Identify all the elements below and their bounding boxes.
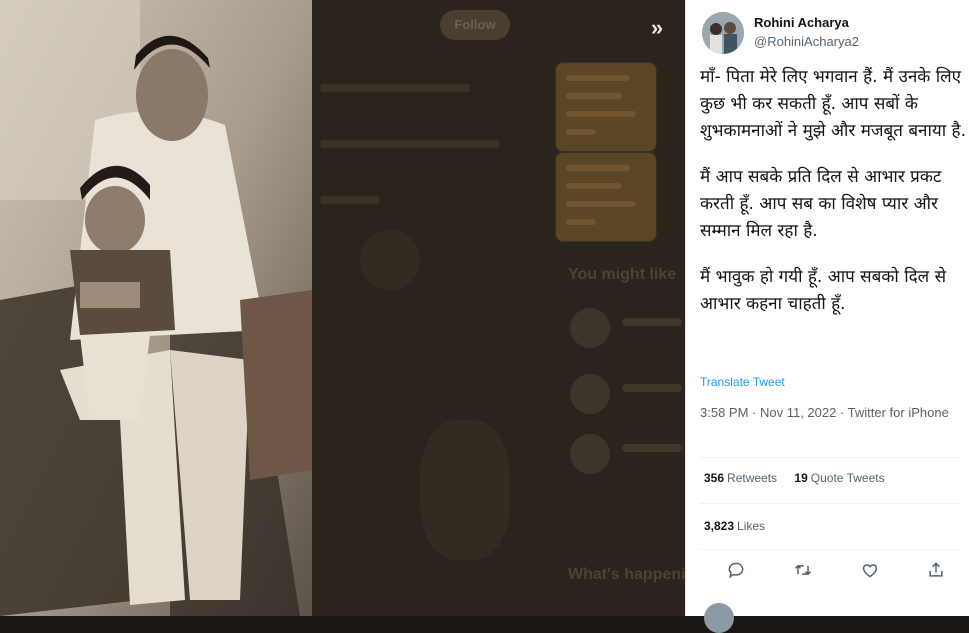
quote-tweets-stat[interactable]: 19 Quote Tweets xyxy=(794,471,884,485)
background-avatar xyxy=(570,434,610,474)
tweet-panel: Rohini Acharya @RohiniAcharya2 माँ- पिता… xyxy=(685,0,969,633)
background-text-line xyxy=(320,196,380,204)
tweet-paragraph: मैं भावुक हो गयी हूँ. आप सबको दिल से आभा… xyxy=(700,267,947,314)
background-text-line xyxy=(320,84,470,92)
author-handle[interactable]: @RohiniAcharya2 xyxy=(754,34,859,49)
next-image-button[interactable]: » xyxy=(640,12,674,46)
background-image-shape xyxy=(420,420,510,560)
tweet-photo xyxy=(0,0,312,616)
retweets-count: 356 xyxy=(704,471,725,485)
share-icon[interactable] xyxy=(926,560,950,584)
reply-icon[interactable] xyxy=(726,560,750,584)
likes-label: Likes xyxy=(737,519,766,533)
tweet-timestamp[interactable]: 3:58 PM · Nov 11, 2022 · Twitter for iPh… xyxy=(700,404,950,422)
reply-avatar xyxy=(704,603,734,633)
background-avatar xyxy=(570,374,610,414)
tweet-text: माँ- पिता मेरे लिए भगवान हैं. मैं उनके ल… xyxy=(700,64,966,337)
quote-tweets-label: Quote Tweets xyxy=(810,471,885,485)
chevron-double-right-icon: » xyxy=(650,15,664,40)
tweet-stats-row: 356 Retweets 19 Quote Tweets xyxy=(704,471,899,485)
divider xyxy=(700,503,962,504)
author-display-name[interactable]: Rohini Acharya xyxy=(754,15,849,30)
background-text-line xyxy=(320,140,500,148)
like-icon[interactable] xyxy=(860,560,884,584)
likes-stat[interactable]: 3,823 Likes xyxy=(704,519,779,533)
vintage-photo-illustration xyxy=(0,0,312,616)
tweet-paragraph: मैं आप सबके प्रति दिल से आभार प्रकट करती… xyxy=(700,167,942,241)
quote-tweets-count: 19 xyxy=(794,471,808,485)
translate-tweet-link[interactable]: Translate Tweet xyxy=(700,375,785,389)
retweets-label: Retweets xyxy=(727,471,778,485)
background-avatar xyxy=(570,308,610,348)
background-image-shape xyxy=(360,230,420,290)
divider xyxy=(700,549,962,550)
background-you-might-like: You might like xyxy=(568,266,677,283)
author-avatar[interactable] xyxy=(702,12,744,54)
background-name xyxy=(622,384,682,392)
divider xyxy=(700,457,962,458)
background-card xyxy=(555,62,657,152)
background-name xyxy=(622,444,682,452)
tweet-actions xyxy=(716,560,946,584)
retweets-stat[interactable]: 356 Retweets xyxy=(704,471,777,485)
background-follow-button: Follow xyxy=(440,10,510,40)
tweet-paragraph: माँ- पिता मेरे लिए भगवान हैं. मैं उनके ल… xyxy=(700,67,966,141)
background-name xyxy=(622,318,682,326)
likes-count: 3,823 xyxy=(704,519,735,533)
background-card xyxy=(555,152,657,242)
retweet-icon[interactable] xyxy=(793,560,817,584)
